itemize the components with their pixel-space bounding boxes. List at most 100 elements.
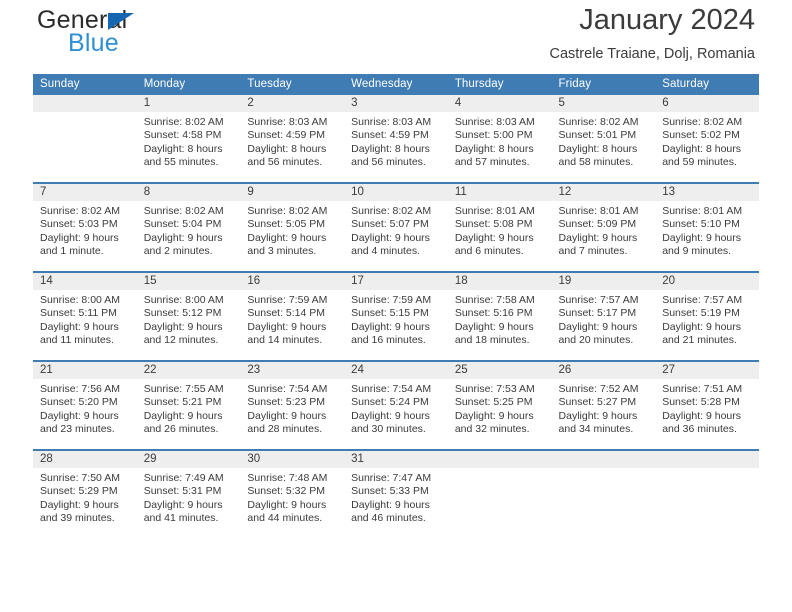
calendar-day-cell[interactable]: 31 Sunrise: 7:47 AM Sunset: 5:33 PM Dayligh…: [344, 449, 448, 538]
calendar-day-cell[interactable]: 27 Sunrise: 7:51 AM Sunset: 5:28 PM Dayligh…: [655, 360, 759, 450]
day-sun-info: Sunrise: 7:56 AM Sunset: 5:20 PM Daylight:…: [33, 379, 137, 436]
weekday-header-wednesday: Wednesday: [344, 74, 448, 95]
calendar-day-cell[interactable]: 17 Sunrise: 7:59 AM Sunset: 5:15 PM Dayligh…: [344, 271, 448, 361]
day-sun-info: [448, 468, 552, 472]
daylight-text-line2: and 56 minutes.: [351, 155, 426, 168]
day-sun-info: Sunrise: 8:03 AM Sunset: 4:59 PM Daylight:…: [344, 112, 448, 169]
day-number: 18: [447, 273, 552, 290]
day-number: 23: [240, 362, 345, 379]
calendar-day-cell[interactable]: 22 Sunrise: 7:55 AM Sunset: 5:21 PM Dayligh…: [136, 360, 241, 450]
daylight-text-line1: Daylight: 9 hours: [351, 320, 430, 333]
sunrise-text: Sunrise: 8:02 AM: [558, 116, 639, 128]
day-sun-info: Sunrise: 8:01 AM Sunset: 5:10 PM Daylight:…: [655, 201, 759, 258]
day-sun-info: Sunrise: 7:57 AM Sunset: 5:17 PM Daylight:…: [552, 290, 656, 347]
sunrise-text: Sunrise: 8:00 AM: [40, 294, 120, 306]
calendar-day-cell[interactable]: 26 Sunrise: 7:52 AM Sunset: 5:27 PM Dayligh…: [551, 360, 656, 450]
daylight-text-line1: Daylight: 9 hours: [351, 409, 430, 422]
calendar-day-cell[interactable]: 25 Sunrise: 7:53 AM Sunset: 5:25 PM Dayligh…: [447, 360, 552, 450]
sunrise-text: Sunrise: 8:01 AM: [454, 205, 535, 217]
calendar-day-cell[interactable]: 24 Sunrise: 7:54 AM Sunset: 5:24 PM Dayligh…: [344, 360, 448, 450]
calendar-day-cell[interactable]: 8 Sunrise: 8:02 AM Sunset: 5:04 PM Daylight…: [136, 182, 241, 272]
day-number: 5: [551, 95, 656, 112]
calendar-day-cell[interactable]: 14 Sunrise: 8:00 AM Sunset: 5:11 PM Dayligh…: [33, 271, 137, 361]
sunrise-text: Sunrise: 8:00 AM: [143, 294, 224, 306]
day-number: [655, 451, 759, 468]
sunset-text: Sunset: 5:04 PM: [143, 218, 222, 231]
brand-logo[interactable]: General Blue: [37, 6, 267, 66]
calendar-day-cell[interactable]: [551, 449, 656, 538]
sunset-text: Sunset: 5:10 PM: [662, 218, 740, 231]
day-cell-inner: 29 Sunrise: 7:49 AM Sunset: 5:31 PM Dayligh…: [136, 451, 241, 538]
calendar-day-cell[interactable]: [33, 95, 137, 183]
calendar-day-cell[interactable]: 18 Sunrise: 7:58 AM Sunset: 5:16 PM Dayligh…: [447, 271, 552, 361]
day-number: 4: [447, 95, 552, 112]
day-number: 22: [136, 362, 241, 379]
day-sun-info: Sunrise: 7:58 AM Sunset: 5:16 PM Daylight:…: [448, 290, 552, 347]
weekday-header-row: Sunday Monday Tuesday Wednesday Thursday…: [33, 74, 759, 95]
day-sun-info: Sunrise: 7:47 AM Sunset: 5:33 PM Daylight:…: [344, 468, 448, 525]
calendar-day-cell[interactable]: 4 Sunrise: 8:03 AM Sunset: 5:00 PM Daylight…: [447, 95, 552, 183]
daylight-text-line2: and 18 minutes.: [454, 333, 530, 346]
calendar-day-cell[interactable]: 2 Sunrise: 8:03 AM Sunset: 4:59 PM Daylight…: [240, 95, 345, 183]
calendar-day-cell[interactable]: 21 Sunrise: 7:56 AM Sunset: 5:20 PM Dayligh…: [33, 360, 137, 450]
calendar-day-cell[interactable]: 28 Sunrise: 7:50 AM Sunset: 5:29 PM Dayligh…: [33, 449, 137, 538]
sunset-text: Sunset: 5:12 PM: [143, 307, 222, 320]
calendar-day-cell[interactable]: 6 Sunrise: 8:02 AM Sunset: 5:02 PM Daylight…: [655, 95, 759, 183]
day-cell-inner: 16 Sunrise: 7:59 AM Sunset: 5:14 PM Dayligh…: [240, 273, 345, 360]
daylight-text-line2: and 16 minutes.: [351, 333, 426, 346]
calendar-day-cell[interactable]: 9 Sunrise: 8:02 AM Sunset: 5:05 PM Daylight…: [240, 182, 345, 272]
daylight-text-line2: and 14 minutes.: [247, 333, 323, 346]
calendar-day-cell[interactable]: 7 Sunrise: 8:02 AM Sunset: 5:03 PM Daylight…: [33, 182, 137, 272]
calendar-day-cell[interactable]: 10 Sunrise: 8:02 AM Sunset: 5:07 PM Dayligh…: [344, 182, 448, 272]
calendar-day-cell[interactable]: 12 Sunrise: 8:01 AM Sunset: 5:09 PM Dayligh…: [551, 182, 656, 272]
day-sun-info: Sunrise: 8:01 AM Sunset: 5:09 PM Daylight:…: [552, 201, 656, 258]
calendar-day-cell[interactable]: 3 Sunrise: 8:03 AM Sunset: 4:59 PM Daylight…: [344, 95, 448, 183]
sunset-text: Sunset: 5:33 PM: [351, 485, 429, 498]
calendar-day-cell[interactable]: 30 Sunrise: 7:48 AM Sunset: 5:32 PM Dayligh…: [240, 449, 345, 538]
sunset-text: Sunset: 5:01 PM: [558, 129, 637, 142]
daylight-text-line2: and 6 minutes.: [454, 244, 524, 257]
calendar-day-cell[interactable]: [655, 449, 759, 538]
calendar-day-cell[interactable]: 19 Sunrise: 7:57 AM Sunset: 5:17 PM Dayligh…: [551, 271, 656, 361]
day-number: 26: [551, 362, 656, 379]
calendar-day-cell[interactable]: 29 Sunrise: 7:49 AM Sunset: 5:31 PM Dayligh…: [136, 449, 241, 538]
day-sun-info: Sunrise: 7:51 AM Sunset: 5:28 PM Daylight:…: [655, 379, 759, 436]
day-sun-info: Sunrise: 8:03 AM Sunset: 5:00 PM Daylight:…: [448, 112, 552, 169]
daylight-text-line2: and 12 minutes.: [143, 333, 219, 346]
sunset-text: Sunset: 4:59 PM: [247, 129, 326, 142]
day-cell-inner: 8 Sunrise: 8:02 AM Sunset: 5:04 PM Daylight…: [136, 184, 241, 271]
calendar-day-cell[interactable]: 13 Sunrise: 8:01 AM Sunset: 5:10 PM Dayligh…: [655, 182, 759, 272]
sunrise-text: Sunrise: 8:03 AM: [247, 116, 328, 128]
day-number: 20: [655, 273, 759, 290]
day-sun-info: Sunrise: 8:02 AM Sunset: 5:02 PM Daylight:…: [655, 112, 759, 169]
calendar-day-cell[interactable]: 16 Sunrise: 7:59 AM Sunset: 5:14 PM Dayligh…: [240, 271, 345, 361]
brand-name-blue: Blue: [68, 29, 119, 57]
day-sun-info: Sunrise: 8:00 AM Sunset: 5:11 PM Daylight:…: [33, 290, 137, 347]
calendar-day-cell[interactable]: 1 Sunrise: 8:02 AM Sunset: 4:58 PM Daylight…: [136, 95, 241, 183]
daylight-text-line1: Daylight: 9 hours: [662, 409, 742, 422]
day-sun-info: Sunrise: 8:02 AM Sunset: 5:01 PM Daylight:…: [552, 112, 656, 169]
daylight-text-line1: Daylight: 9 hours: [143, 320, 223, 333]
day-number: 24: [344, 362, 448, 379]
day-number: 17: [344, 273, 448, 290]
day-number: 12: [551, 184, 656, 201]
calendar-day-cell[interactable]: 5 Sunrise: 8:02 AM Sunset: 5:01 PM Daylight…: [551, 95, 656, 183]
sunrise-text: Sunrise: 7:51 AM: [662, 383, 743, 395]
day-number: 31: [344, 451, 448, 468]
day-number: 7: [33, 184, 137, 201]
day-cell-inner: 18 Sunrise: 7:58 AM Sunset: 5:16 PM Dayligh…: [447, 273, 552, 360]
day-cell-inner: 24 Sunrise: 7:54 AM Sunset: 5:24 PM Dayligh…: [344, 362, 448, 449]
daylight-text-line2: and 36 minutes.: [662, 422, 737, 435]
sunrise-text: Sunrise: 8:02 AM: [40, 205, 120, 217]
calendar-day-cell[interactable]: 15 Sunrise: 8:00 AM Sunset: 5:12 PM Dayligh…: [136, 271, 241, 361]
calendar-day-cell[interactable]: 20 Sunrise: 7:57 AM Sunset: 5:19 PM Dayligh…: [655, 271, 759, 361]
day-number: 19: [551, 273, 656, 290]
day-cell-inner: 30 Sunrise: 7:48 AM Sunset: 5:32 PM Dayligh…: [240, 451, 345, 538]
daylight-text-line2: and 58 minutes.: [558, 155, 634, 168]
calendar-day-cell[interactable]: 23 Sunrise: 7:54 AM Sunset: 5:23 PM Dayligh…: [240, 360, 345, 450]
day-sun-info: [552, 468, 656, 472]
calendar-day-cell[interactable]: [447, 449, 552, 538]
day-number: 6: [655, 95, 759, 112]
daylight-text-line2: and 28 minutes.: [247, 422, 323, 435]
calendar-day-cell[interactable]: 11 Sunrise: 8:01 AM Sunset: 5:08 PM Dayligh…: [447, 182, 552, 272]
